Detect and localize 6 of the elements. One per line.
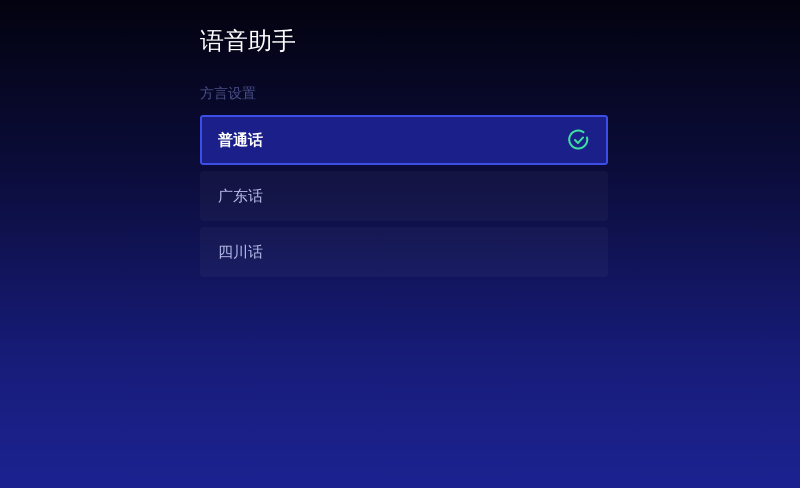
dialect-option[interactable]: 广东话 — [200, 171, 608, 221]
dialect-option[interactable]: 普通话 — [200, 115, 608, 165]
section-label: 方言设置 — [200, 85, 256, 104]
check-icon — [568, 129, 590, 151]
dialect-option[interactable]: 四川话 — [200, 227, 608, 277]
page-title: 语音助手 — [200, 26, 296, 57]
